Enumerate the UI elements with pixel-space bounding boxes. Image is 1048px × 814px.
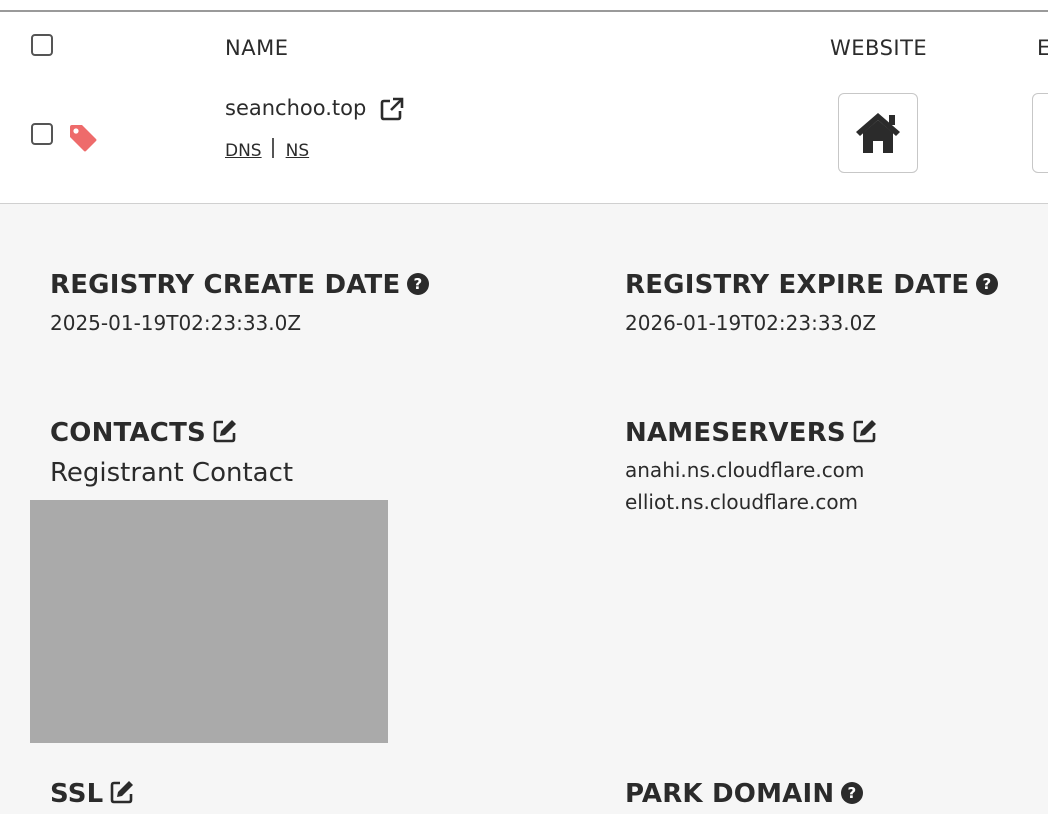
link-separator	[271, 138, 274, 158]
ssl-label-text: SSL	[50, 779, 104, 809]
edit-icon[interactable]	[212, 418, 238, 444]
redacted-contact-info	[30, 500, 388, 743]
tag-icon[interactable]	[68, 123, 98, 153]
registry-expire-date-label-text: REGISTRY EXPIRE DATE	[625, 270, 970, 300]
help-icon[interactable]: ?	[975, 272, 999, 296]
nameserver-2: elliot.ns.cloudflare.com	[625, 490, 859, 514]
nameserver-1: anahi.ns.cloudflare.com	[625, 458, 865, 482]
domain-name-link[interactable]: seanchoo.top	[225, 96, 366, 120]
help-icon[interactable]: ?	[406, 272, 430, 296]
registry-expire-date-value: 2026-01-19T02:23:33.0Z	[625, 311, 877, 335]
registry-create-date-label-text: REGISTRY CREATE DATE	[50, 270, 401, 300]
nameservers-label: NAMESERVERS	[625, 418, 878, 448]
next-column-button[interactable]	[1032, 93, 1048, 173]
help-icon[interactable]: ?	[840, 781, 864, 805]
nameservers-label-text: NAMESERVERS	[625, 418, 846, 448]
domain-sub-links: DNS NS	[225, 138, 309, 161]
svg-text:?: ?	[983, 275, 992, 293]
ns-link[interactable]: NS	[286, 141, 310, 161]
registry-expire-date-label: REGISTRY EXPIRE DATE?	[625, 270, 999, 300]
home-icon	[856, 113, 900, 153]
row-checkbox[interactable]	[31, 123, 53, 145]
select-all-checkbox[interactable]	[31, 34, 53, 56]
domain-manager-page: NAME WEBSITE E seanchoo.top DNS NS REGIS…	[0, 0, 1048, 814]
table-row: seanchoo.top DNS NS	[0, 82, 1048, 205]
registry-create-date-label: REGISTRY CREATE DATE?	[50, 270, 430, 300]
park-domain-label-text: PARK DOMAIN	[625, 779, 835, 809]
edit-icon[interactable]	[109, 779, 135, 805]
contacts-label-text: CONTACTS	[50, 418, 206, 448]
svg-text:?: ?	[848, 784, 857, 802]
website-button[interactable]	[838, 93, 918, 173]
external-link-icon[interactable]	[380, 97, 404, 121]
registry-create-date-value: 2025-01-19T02:23:33.0Z	[50, 311, 302, 335]
ssl-label: SSL	[50, 779, 135, 809]
column-header-website[interactable]: WEBSITE	[830, 36, 927, 60]
edit-icon[interactable]	[852, 418, 878, 444]
park-domain-label: PARK DOMAIN?	[625, 779, 864, 809]
table-header: NAME WEBSITE E	[0, 10, 1048, 84]
column-header-next[interactable]: E	[1037, 36, 1048, 60]
contacts-label: CONTACTS	[50, 418, 238, 448]
domain-details-panel: REGISTRY CREATE DATE? 2025-01-19T02:23:3…	[0, 204, 1048, 814]
dns-link[interactable]: DNS	[225, 141, 262, 161]
registrant-contact-label[interactable]: Registrant Contact	[50, 458, 293, 488]
column-header-name[interactable]: NAME	[225, 36, 288, 60]
svg-text:?: ?	[414, 275, 423, 293]
